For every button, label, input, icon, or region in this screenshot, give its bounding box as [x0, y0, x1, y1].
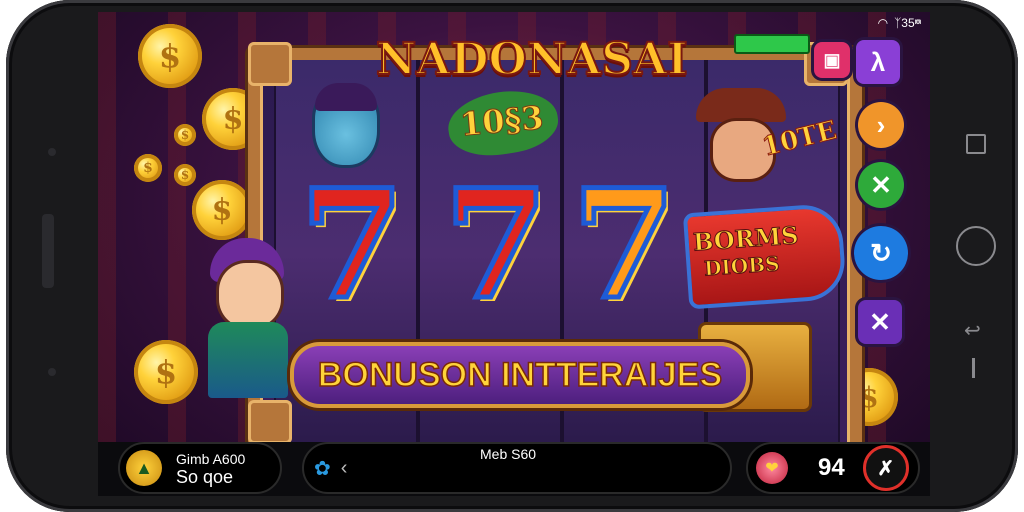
- reel-symbol-seven: 7: [441, 157, 550, 333]
- center-label: Meb S60: [480, 446, 537, 462]
- back-nav-button[interactable]: ↩: [964, 318, 981, 343]
- tree-icon: ▲: [126, 450, 162, 486]
- center-info-pill[interactable]: ✿ ‹ Meb S60: [302, 442, 732, 494]
- sensor-dot: [48, 368, 56, 376]
- game-title: NADONASAI: [375, 33, 689, 86]
- orange-chevron-button[interactable]: ›: [858, 102, 904, 148]
- bonus-banner-label: BONUSON INTTERAIJES: [317, 355, 723, 395]
- bonus-banner-button[interactable]: BONUSON INTTERAIJES: [290, 342, 750, 408]
- frame-ornament: [248, 42, 292, 86]
- lambda-icon: λ: [870, 46, 886, 77]
- game-screen: ◠ ᛉ35 ͫͦ 7 7 7 NADONASAI 10§3 10: [98, 12, 930, 496]
- overview-nav-button[interactable]: [966, 134, 986, 154]
- frame-ornament: [248, 400, 292, 444]
- heart-icon: ❤: [756, 452, 788, 484]
- reel-symbol-seven: 7: [569, 157, 678, 333]
- reel-symbol-seven: 7: [297, 157, 406, 333]
- gear-icon[interactable]: ✿: [314, 456, 331, 481]
- status-bar: ◠ ᛉ35 ͫͦ: [878, 16, 918, 30]
- side-line: [972, 358, 975, 378]
- back-chevron-icon[interactable]: ‹: [341, 457, 348, 480]
- bet-pill[interactable]: ❤ 94 ✗: [746, 442, 920, 494]
- progress-indicator: [734, 34, 810, 54]
- camera-dot: [48, 148, 56, 156]
- green-close-button[interactable]: ✕: [858, 162, 904, 208]
- refresh-icon: ↻: [870, 237, 892, 268]
- menu-icon: ▣: [823, 49, 841, 70]
- balance-label-bottom: So qoe: [176, 467, 234, 487]
- speaker-slot: [42, 214, 54, 288]
- lambda-button[interactable]: λ: [856, 40, 900, 84]
- chevron-icon: ›: [876, 109, 886, 140]
- coin-icon: [192, 180, 252, 240]
- blue-refresh-button[interactable]: ↻: [854, 226, 908, 280]
- hero-character: [190, 238, 300, 398]
- close-icon: ✕: [870, 169, 892, 200]
- coin-icon: [134, 340, 198, 404]
- balance-pill[interactable]: ▲ Gimb A600 So qoe: [118, 442, 282, 494]
- coin-icon: [134, 154, 162, 182]
- balance-label-top: Gimb A600: [176, 451, 246, 467]
- cross-icon: ✕: [869, 306, 891, 337]
- coin-icon: [138, 24, 202, 88]
- elf-character-head: [312, 83, 380, 168]
- bet-value: 94: [818, 454, 845, 481]
- jackpot-badge-text: 10§3: [458, 98, 546, 144]
- spin-button[interactable]: ✗: [862, 445, 909, 491]
- pink-menu-button[interactable]: ▣: [814, 42, 850, 78]
- wifi-icon: ◠: [877, 16, 889, 30]
- purple-cross-button[interactable]: ✕: [858, 300, 902, 344]
- home-nav-button[interactable]: [956, 226, 996, 266]
- coin-icon: [174, 124, 196, 146]
- status-text: ᛉ35 ͫͦ: [894, 16, 918, 30]
